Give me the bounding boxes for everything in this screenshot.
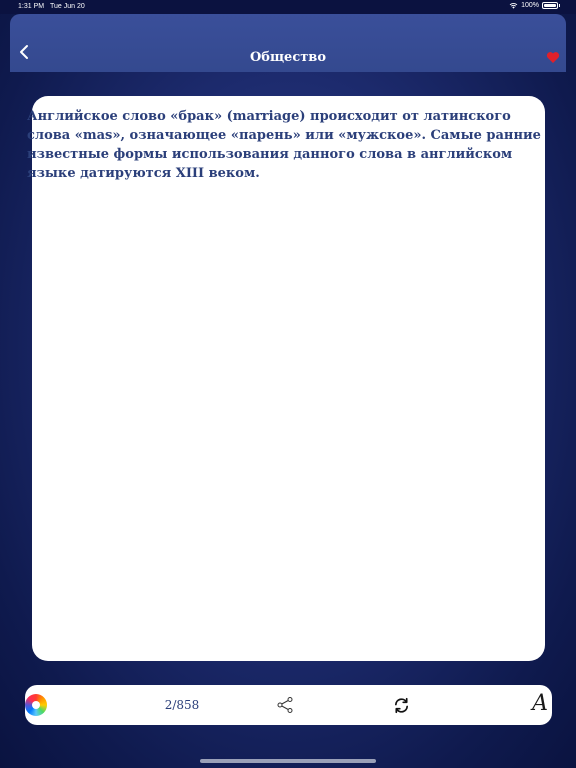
status-bar: 1:31 PM Tue Jun 20 100% (0, 0, 576, 14)
heart-icon[interactable] (546, 51, 560, 64)
battery-icon (542, 2, 558, 9)
home-indicator (200, 759, 376, 763)
bottom-toolbar: 2/858 A (25, 685, 552, 725)
font-settings-button[interactable]: A (532, 691, 548, 716)
battery-percent: 100% (521, 2, 539, 9)
status-indicators: 100% (509, 2, 560, 9)
refresh-icon[interactable] (393, 697, 410, 714)
battery-cap (559, 4, 560, 7)
page-title: Общество (249, 50, 326, 65)
fact-text: Английское слово «брак» (marriage) проис… (27, 109, 541, 181)
color-wheel-icon[interactable] (25, 694, 47, 716)
share-icon[interactable] (276, 696, 294, 714)
status-time: 1:31 PM (18, 3, 45, 10)
wifi-icon (509, 3, 518, 9)
fact-counter: 2/858 (164, 698, 200, 712)
status-date: Tue Jun 20 (50, 3, 85, 10)
nav-bar: Общество (10, 14, 566, 72)
app-screen: 1:31 PM Tue Jun 20 100% Общество Английс… (0, 0, 576, 768)
